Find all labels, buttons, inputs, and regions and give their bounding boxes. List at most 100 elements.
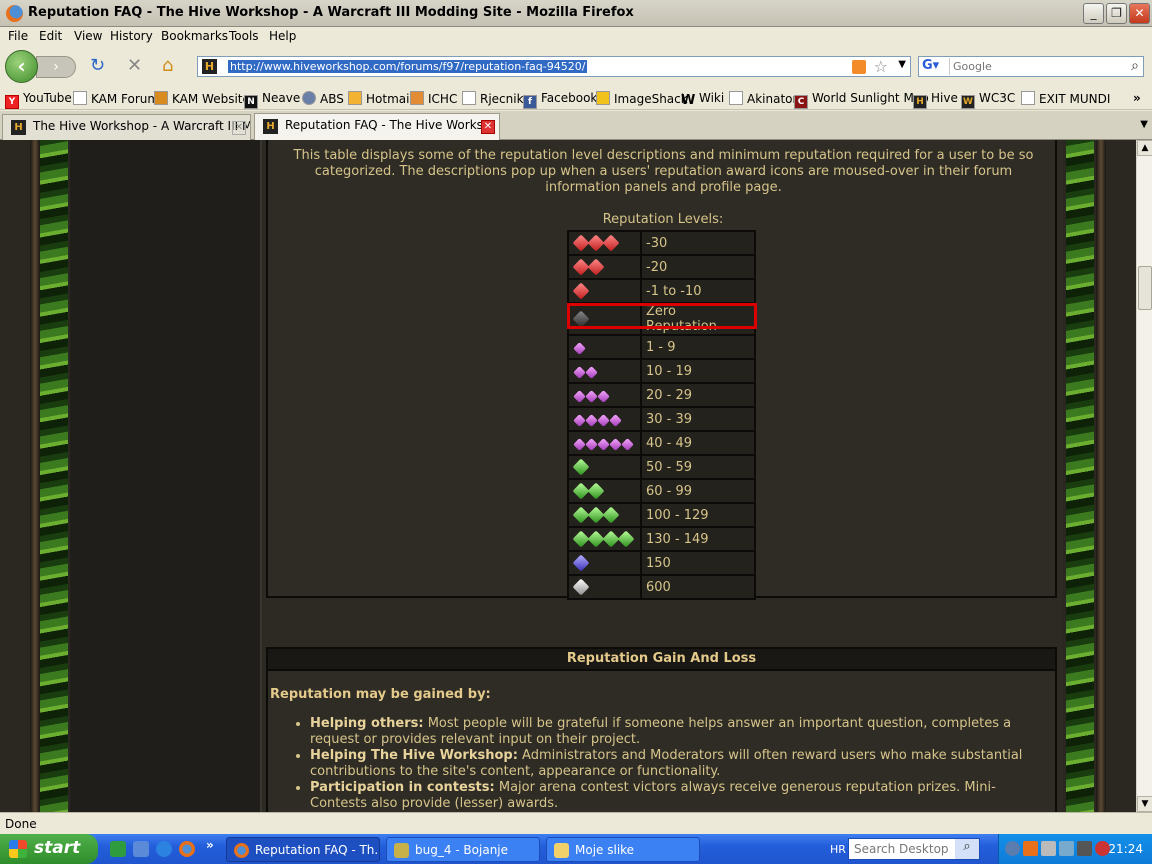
minimize-button[interactable]: _ xyxy=(1083,3,1104,24)
scroll-down-icon[interactable]: ▼ xyxy=(1137,796,1152,812)
task-folder[interactable]: Moje slike xyxy=(546,837,700,862)
bookmark-rjecnik[interactable]: Rjecnik xyxy=(462,91,524,106)
bookmark-imageshack[interactable]: ImageShack xyxy=(596,91,688,106)
stop-icon[interactable]: ✕ xyxy=(127,57,142,75)
bookmarks-overflow-icon[interactable]: » xyxy=(1133,91,1141,105)
bookmark-hive[interactable]: H Hive xyxy=(913,91,958,109)
rss-icon[interactable] xyxy=(852,60,866,74)
reputation-level-label: -1 to -10 xyxy=(640,278,756,304)
close-button[interactable]: ✕ xyxy=(1129,3,1150,24)
scrollbar-thumb[interactable] xyxy=(1138,266,1152,310)
menu-tools[interactable]: Tools xyxy=(229,29,259,43)
url-dropdown-icon[interactable]: ▼ xyxy=(898,59,906,70)
bookmark-abs[interactable]: ABS xyxy=(302,91,344,106)
decorative-vine-post xyxy=(30,140,40,812)
status-bar: Done xyxy=(0,812,1152,834)
reputation-icons[interactable] xyxy=(567,406,642,432)
reputation-level-row: 60 - 99 xyxy=(567,478,756,504)
tray-app-icon[interactable] xyxy=(1041,841,1056,856)
wikipedia-icon: W xyxy=(681,93,696,108)
search-input[interactable] xyxy=(953,59,1118,74)
bookmark-kam-forum[interactable]: KAM Forum xyxy=(73,91,159,106)
reputation-icons[interactable] xyxy=(567,430,642,456)
url-text[interactable]: http://www.hiveworkshop.com/forums/f97/r… xyxy=(228,60,588,73)
bookmark-hotmail[interactable]: Hotmail xyxy=(348,91,413,106)
reputation-icons[interactable] xyxy=(567,526,642,552)
reputation-icons[interactable] xyxy=(567,278,642,304)
desktop-search-input[interactable]: Search Desktop ⌕ xyxy=(848,838,980,860)
reputation-icons[interactable] xyxy=(567,502,642,528)
quicklaunch-ie-icon[interactable] xyxy=(156,841,172,857)
bookmark-exit-mundi[interactable]: EXIT MUNDI xyxy=(1021,91,1110,106)
search-icon[interactable]: ⌕ xyxy=(1131,58,1139,74)
reputation-icons[interactable] xyxy=(567,358,642,384)
language-indicator[interactable]: HR xyxy=(830,843,846,856)
tray-app-icon[interactable] xyxy=(1023,841,1038,856)
green-gem-icon xyxy=(602,506,620,523)
bookmark-wiki[interactable]: W Wiki xyxy=(681,91,724,109)
hive-favicon: H xyxy=(11,120,26,135)
menu-bookmarks[interactable]: Bookmarks xyxy=(161,29,228,43)
tray-app-icon[interactable] xyxy=(1077,841,1092,856)
tray-app-icon[interactable] xyxy=(1059,841,1074,856)
home-icon[interactable]: ⌂ xyxy=(162,57,173,75)
reputation-icons[interactable] xyxy=(567,382,642,408)
gray-gem-icon xyxy=(572,310,590,327)
bookmark-neave[interactable]: N Neave xyxy=(244,91,300,109)
reputation-icons[interactable] xyxy=(567,230,642,256)
reputation-icons[interactable] xyxy=(567,254,642,280)
forward-button[interactable]: › xyxy=(36,56,76,78)
pink-gem-icon xyxy=(573,437,586,451)
bookmark-wc3c[interactable]: W WC3C xyxy=(961,91,1015,109)
quicklaunch-app-icon[interactable] xyxy=(133,841,149,857)
menu-help[interactable]: Help xyxy=(269,29,296,43)
reputation-icons[interactable] xyxy=(567,478,642,504)
red-gem-icon xyxy=(587,258,605,275)
vertical-scrollbar[interactable]: ▲ ▼ xyxy=(1136,140,1152,812)
tab-reputation-faq[interactable]: H Reputation FAQ - The Hive Works... ✕ xyxy=(254,113,500,140)
back-button[interactable]: ‹ xyxy=(5,50,38,83)
task-paint[interactable]: bug_4 - Bojanje xyxy=(386,837,540,862)
bookmark-ichc[interactable]: ICHC xyxy=(410,91,457,106)
facebook-icon: f xyxy=(523,95,537,109)
bookmark-world-sunlight-map[interactable]: C World Sunlight Map xyxy=(794,91,929,109)
quicklaunch-overflow-icon[interactable]: » xyxy=(206,838,214,852)
google-engine-icon[interactable]: G▾ xyxy=(922,58,950,75)
menu-file[interactable]: File xyxy=(8,29,28,43)
task-firefox[interactable]: Reputation FAQ - Th... xyxy=(226,837,380,862)
menu-history[interactable]: History xyxy=(110,29,153,43)
reputation-icons[interactable] xyxy=(567,550,642,576)
reload-icon[interactable]: ↻ xyxy=(90,57,105,75)
quicklaunch-firefox-icon[interactable] xyxy=(179,841,195,857)
tab-close-icon[interactable]: ✕ xyxy=(232,121,246,135)
bookmark-youtube[interactable]: Y YouTube xyxy=(5,91,72,109)
tab-close-icon[interactable]: ✕ xyxy=(481,120,495,134)
bookmark-akinator[interactable]: Akinator xyxy=(729,91,797,106)
reputation-level-label: 60 - 99 xyxy=(640,478,756,504)
search-icon[interactable]: ⌕ xyxy=(955,839,979,859)
maximize-button[interactable]: ❐ xyxy=(1106,3,1127,24)
reputation-icons[interactable] xyxy=(567,334,642,360)
reputation-icons[interactable] xyxy=(567,454,642,480)
bookmark-facebook[interactable]: f Facebook xyxy=(523,91,597,109)
windows-taskbar: start » Reputation FAQ - Th... bug_4 - B… xyxy=(0,834,1152,864)
address-bar[interactable]: H http://www.hiveworkshop.com/forums/f97… xyxy=(197,56,911,77)
scroll-up-icon[interactable]: ▲ xyxy=(1137,140,1152,156)
menu-view[interactable]: View xyxy=(74,29,102,43)
bookmark-kam-website[interactable]: KAM Website xyxy=(154,91,250,106)
navigation-toolbar: › ‹ ↻ ✕ ⌂ H http://www.hiveworkshop.com/… xyxy=(0,47,1152,87)
tab-list-dropdown-icon[interactable]: ▼ xyxy=(1140,119,1148,130)
white-gem-icon xyxy=(572,578,590,595)
quicklaunch-app-icon[interactable] xyxy=(110,841,126,857)
tab-hive-workshop[interactable]: H The Hive Workshop - A Warcraft III Mo.… xyxy=(2,114,251,140)
reputation-icons[interactable] xyxy=(567,302,642,336)
menu-edit[interactable]: Edit xyxy=(39,29,62,43)
reputation-icons[interactable] xyxy=(567,574,642,600)
search-box[interactable]: G▾ ⌕ xyxy=(918,56,1144,77)
bookmark-star-icon[interactable]: ☆ xyxy=(874,57,888,76)
decorative-vine-post xyxy=(1096,140,1106,812)
reputation-level-row: 1 - 9 xyxy=(567,334,756,360)
tray-back-icon[interactable] xyxy=(1005,841,1020,856)
reputation-level-row: 130 - 149 xyxy=(567,526,756,552)
start-button[interactable]: start xyxy=(0,834,98,864)
